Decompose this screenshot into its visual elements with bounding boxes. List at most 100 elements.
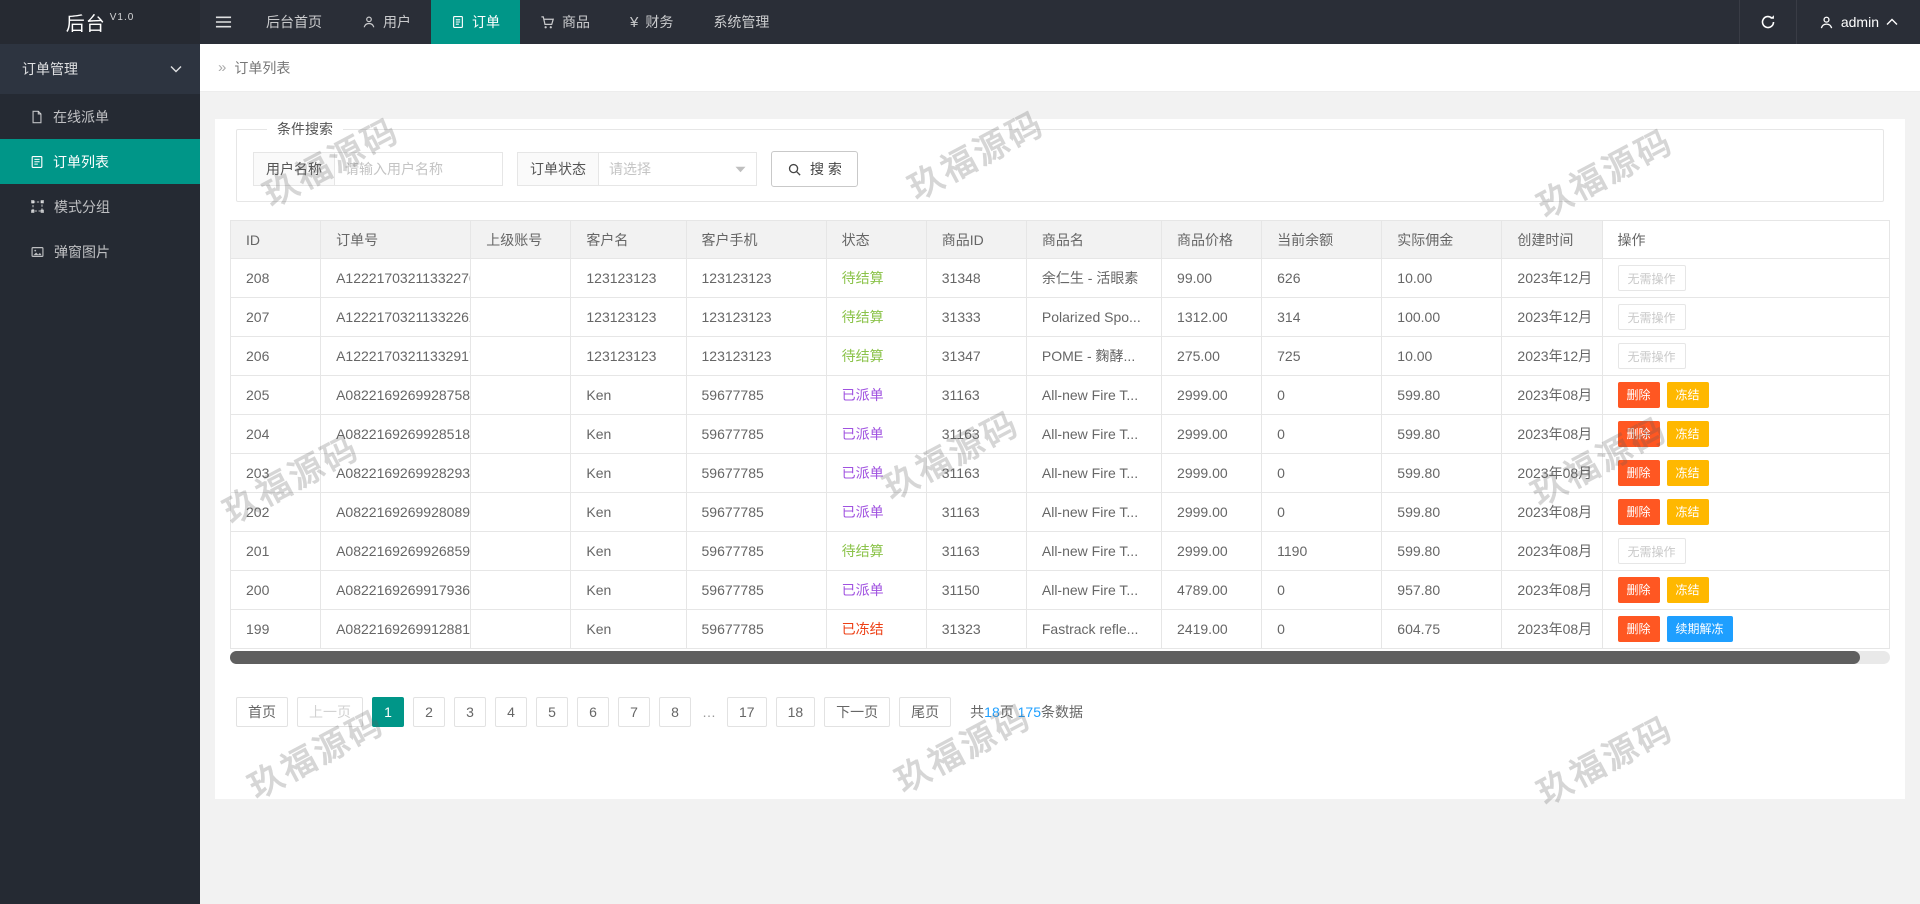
freeze-button[interactable]: 冻结 xyxy=(1667,577,1709,603)
nav-item-system[interactable]: 系统管理 xyxy=(693,0,789,44)
page-number-button[interactable]: 18 xyxy=(776,697,816,727)
freeze-button[interactable]: 冻结 xyxy=(1667,382,1709,408)
cell-actual-commission: 599.80 xyxy=(1382,532,1502,571)
order-status-select[interactable]: 请选择 xyxy=(599,152,757,186)
page-number-button[interactable]: 1 xyxy=(372,697,404,727)
page-number-button[interactable]: 7 xyxy=(618,697,650,727)
page-number-button[interactable]: 5 xyxy=(536,697,568,727)
column-header: 商品价格 xyxy=(1162,221,1262,259)
next-page-button[interactable]: 下一页 xyxy=(824,697,890,727)
sidebar-item-mode-group[interactable]: 模式分组 xyxy=(0,184,200,229)
page-number-button[interactable]: 8 xyxy=(659,697,691,727)
sidebar-item-popup-image[interactable]: 弹窗图片 xyxy=(0,229,200,274)
nav-item-finance[interactable]: ¥财务 xyxy=(610,0,693,44)
cell-created-time: 2023年08月 xyxy=(1502,376,1602,415)
user-icon xyxy=(362,15,376,29)
cell-product-price: 2419.00 xyxy=(1162,610,1262,649)
page-title: 订单列表 xyxy=(234,58,290,78)
unfreeze-button[interactable]: 续期解冻 xyxy=(1667,616,1733,642)
delete-button[interactable]: 删除 xyxy=(1618,460,1660,486)
order-status-label: 订单状态 xyxy=(517,152,599,186)
cell-parent-account xyxy=(471,298,571,337)
username-input[interactable] xyxy=(335,152,503,186)
cell-product-price: 275.00 xyxy=(1162,337,1262,376)
sidebar-item-label: 在线派单 xyxy=(53,107,109,127)
column-header: 实际佣金 xyxy=(1382,221,1502,259)
status-badge: 待结算 xyxy=(842,309,884,325)
cell-customer-name: 123123123 xyxy=(571,259,686,298)
content-card: 条件搜索 用户名称 订单状态 请选择 搜 索 xyxy=(215,119,1905,799)
cell-product-name: Polarized Spo... xyxy=(1026,298,1161,337)
sidebar-item-label: 模式分组 xyxy=(54,197,110,217)
delete-button[interactable]: 删除 xyxy=(1618,616,1660,642)
cell-customer-phone: 59677785 xyxy=(686,415,826,454)
cell-current-balance: 0 xyxy=(1262,415,1382,454)
page-number-button[interactable]: 2 xyxy=(413,697,445,727)
cell-actual-commission: 604.75 xyxy=(1382,610,1502,649)
sidebar-group-order-management[interactable]: 订单管理 xyxy=(0,44,200,94)
sidebar-item-order-list[interactable]: 订单列表 xyxy=(0,139,200,184)
cell-product-name: All-new Fire T... xyxy=(1026,454,1161,493)
freeze-button[interactable]: 冻结 xyxy=(1667,499,1709,525)
cell-product-id: 31347 xyxy=(926,337,1026,376)
cell-parent-account xyxy=(471,571,571,610)
cell-parent-account xyxy=(471,415,571,454)
freeze-button[interactable]: 冻结 xyxy=(1667,421,1709,447)
cell-status: 待结算 xyxy=(826,337,926,376)
cell-product-price: 2999.00 xyxy=(1162,376,1262,415)
image-icon xyxy=(30,245,45,259)
nav-item-home[interactable]: 后台首页 xyxy=(246,0,342,44)
cell-product-price: 1312.00 xyxy=(1162,298,1262,337)
delete-button[interactable]: 删除 xyxy=(1618,382,1660,408)
delete-button[interactable]: 删除 xyxy=(1618,421,1660,447)
freeze-button[interactable]: 冻结 xyxy=(1667,460,1709,486)
nav-item-label: 后台首页 xyxy=(266,12,322,32)
search-button-label: 搜 索 xyxy=(810,159,842,179)
delete-button[interactable]: 删除 xyxy=(1618,577,1660,603)
page-number-button[interactable]: 4 xyxy=(495,697,527,727)
last-page-button[interactable]: 尾页 xyxy=(899,697,951,727)
hamburger-icon[interactable] xyxy=(200,0,246,44)
cell-operations: 删除冻结 xyxy=(1602,571,1889,610)
none-button: 无需操作 xyxy=(1618,304,1686,330)
cell-parent-account xyxy=(471,454,571,493)
prev-page-button: 上一页 xyxy=(297,697,363,727)
page-number-button[interactable]: 17 xyxy=(727,697,767,727)
cell-order-no: A12221703211332262 xyxy=(321,298,471,337)
cell-order-no: A08221692699282934 xyxy=(321,454,471,493)
app-logo: 后台 V1.0 xyxy=(0,0,200,44)
main-area: » 订单列表 条件搜索 用户名称 订单状态 请选择 搜 xyxy=(200,44,1920,904)
delete-button[interactable]: 删除 xyxy=(1618,499,1660,525)
search-panel: 条件搜索 用户名称 订单状态 请选择 搜 索 xyxy=(236,119,1884,202)
nav-item-users[interactable]: 用户 xyxy=(342,0,431,44)
cell-customer-name: Ken xyxy=(571,493,686,532)
cell-customer-name: Ken xyxy=(571,454,686,493)
summary-text: 条数据 xyxy=(1041,704,1083,720)
page-number-button[interactable]: 3 xyxy=(454,697,486,727)
sidebar-item-online-dispatch[interactable]: 在线派单 xyxy=(0,94,200,139)
cell-status: 已派单 xyxy=(826,571,926,610)
column-header: 上级账号 xyxy=(471,221,571,259)
nav-item-orders[interactable]: 订单 xyxy=(431,0,520,44)
cell-current-balance: 626 xyxy=(1262,259,1382,298)
cell-current-balance: 0 xyxy=(1262,454,1382,493)
cell-status: 待结算 xyxy=(826,532,926,571)
search-button[interactable]: 搜 索 xyxy=(771,151,858,187)
cell-product-name: Fastrack refle... xyxy=(1026,610,1161,649)
page-number-button[interactable]: 6 xyxy=(577,697,609,727)
main-nav: 后台首页用户订单商品¥财务系统管理 xyxy=(246,0,789,44)
first-page-button[interactable]: 首页 xyxy=(236,697,288,727)
table-row: 208A12221703211332270123123123123123123待… xyxy=(231,259,1890,298)
sidebar-item-label: 订单列表 xyxy=(53,152,109,172)
user-icon xyxy=(1819,15,1834,30)
admin-menu[interactable]: admin xyxy=(1797,0,1920,44)
cell-id: 201 xyxy=(231,532,321,571)
cell-operations: 删除冻结 xyxy=(1602,415,1889,454)
table-row: 206A12221703211332917123123123123123123待… xyxy=(231,337,1890,376)
pagination-summary: 共18页 175条数据 xyxy=(970,702,1083,722)
table-hscrollbar-thumb[interactable] xyxy=(230,651,1860,664)
nav-item-products[interactable]: 商品 xyxy=(520,0,610,44)
none-button: 无需操作 xyxy=(1618,265,1686,291)
refresh-icon[interactable] xyxy=(1739,0,1797,44)
cell-operations: 删除续期解冻 xyxy=(1602,610,1889,649)
